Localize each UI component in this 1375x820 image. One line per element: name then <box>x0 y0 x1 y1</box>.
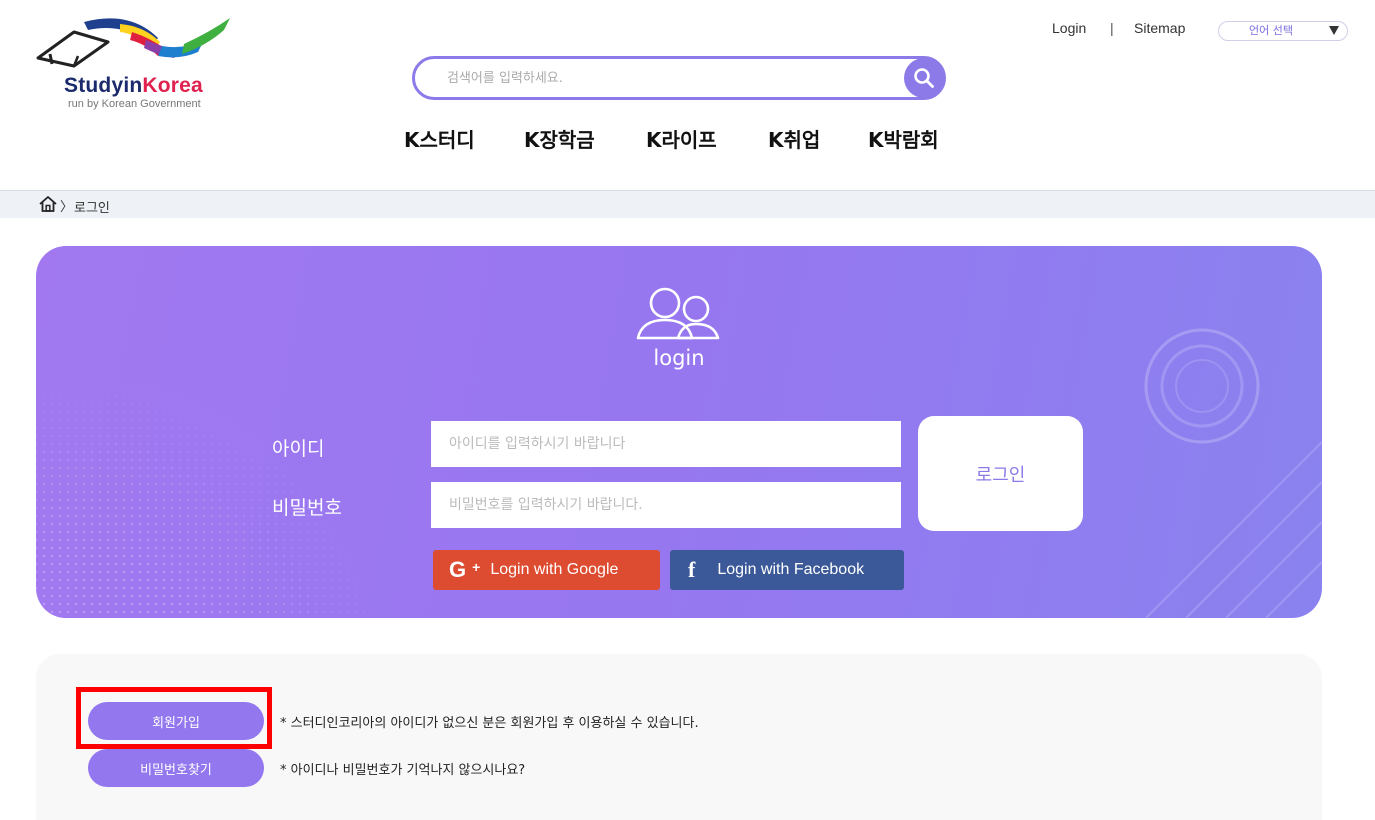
nav-item-klife[interactable]: K라이프 <box>646 124 717 153</box>
member-options-box: 회원가입 * 스터디인코리아의 아이디가 없으신 분은 회원가입 후 이용하실 … <box>36 654 1322 820</box>
google-icon: G <box>449 557 467 582</box>
join-note: * 스터디인코리아의 아이디가 없으신 분은 회원가입 후 이용하실 수 있습니… <box>280 716 699 731</box>
breadcrumb-separator: 〉 <box>60 200 74 215</box>
search-icon <box>914 68 934 88</box>
nav-item-kstudy[interactable]: K스터디 <box>404 124 475 153</box>
nav-item-kfair[interactable]: K박람회 <box>868 124 939 153</box>
id-input[interactable] <box>431 421 901 467</box>
password-label: 비밀번호 <box>272 497 342 519</box>
google-login-label: Login with Google <box>490 561 619 578</box>
login-panel: login 아이디 비밀번호 로그인 G + Login with Google… <box>36 246 1322 618</box>
logo-graduation-cap-icon <box>36 18 230 68</box>
dot-pattern-decoration <box>36 376 396 618</box>
users-icon <box>636 287 720 340</box>
facebook-login-label: Login with Facebook <box>717 561 865 578</box>
language-select[interactable]: 언어 선택 <box>1218 21 1348 41</box>
facebook-icon: f <box>688 557 696 582</box>
nav-item-kscholarship[interactable]: K장학금 <box>524 124 595 153</box>
search-button[interactable] <box>904 58 944 98</box>
find-password-button[interactable]: 비밀번호찾기 <box>88 749 264 787</box>
site-header: StudyinKorea run by Korean Government Lo… <box>0 0 1375 190</box>
login-title: login <box>653 346 705 370</box>
find-password-note: * 아이디나 비밀번호가 기억나지 않으시나요? <box>280 763 526 778</box>
password-input[interactable] <box>431 482 901 528</box>
sitemap-link[interactable]: Sitemap <box>1134 20 1185 36</box>
google-plus-icon: + <box>472 559 481 575</box>
breadcrumb: 〉 로그인 <box>0 190 1375 218</box>
logo-wordmark: StudyinKorea <box>64 74 203 97</box>
breadcrumb-current: 로그인 <box>74 201 110 216</box>
header-login-link[interactable]: Login <box>1052 20 1086 36</box>
language-select-label: 언어 선택 <box>1249 24 1293 37</box>
logo-subtitle: run by Korean Government <box>68 98 201 110</box>
search-input[interactable] <box>445 67 885 89</box>
google-login-button[interactable]: G + Login with Google <box>433 550 660 590</box>
join-button[interactable]: 회원가입 <box>88 702 264 740</box>
util-separator: | <box>1110 20 1114 36</box>
facebook-login-button[interactable]: f Login with Facebook <box>670 550 904 590</box>
studyinkorea-logo[interactable]: StudyinKorea run by Korean Government <box>34 12 264 110</box>
dropdown-triangle-icon <box>1329 26 1339 35</box>
search-bar <box>412 56 946 100</box>
home-icon[interactable] <box>38 195 58 217</box>
nav-item-kjob[interactable]: K취업 <box>768 124 820 153</box>
id-label: 아이디 <box>272 438 325 460</box>
login-submit-button[interactable]: 로그인 <box>918 416 1083 531</box>
